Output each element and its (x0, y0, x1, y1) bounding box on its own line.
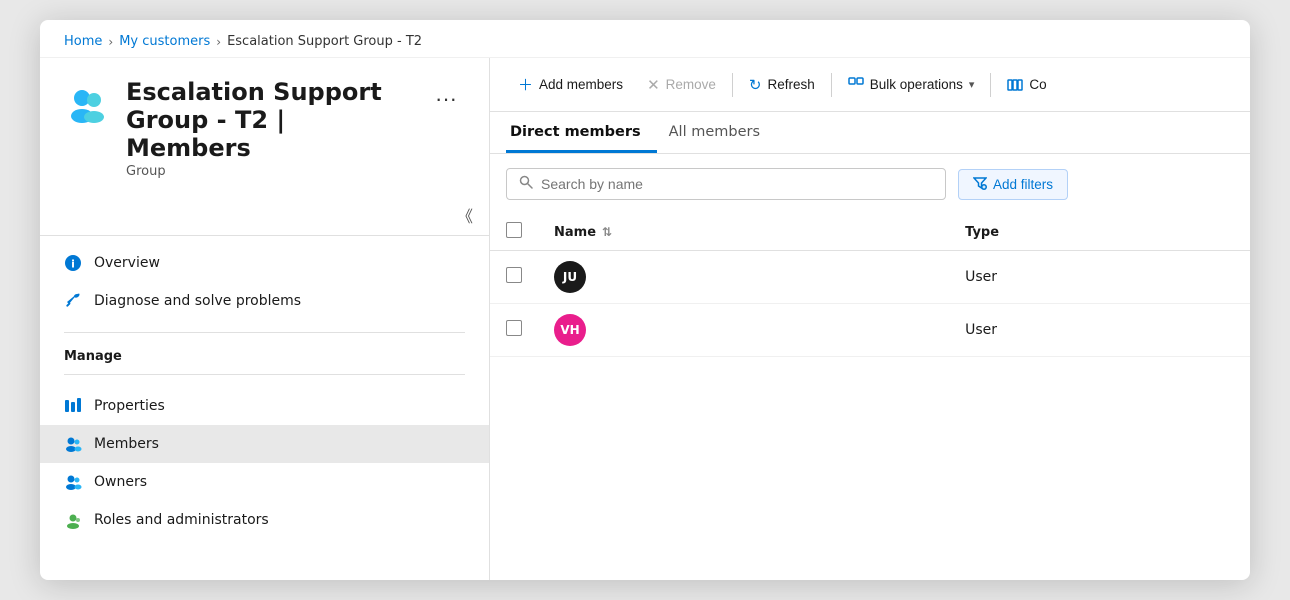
remove-label: Remove (666, 77, 716, 92)
row-name-cell: VH (538, 304, 949, 357)
breadcrumb-sep-1: › (108, 35, 113, 49)
app-window: Home › My customers › Escalation Support… (40, 20, 1250, 580)
x-icon: ✕ (647, 76, 660, 94)
refresh-icon: ↻ (749, 76, 762, 94)
nav-divider-1 (64, 332, 465, 333)
sidebar-nav: i Overview Diagnose and solve problems M… (40, 236, 489, 547)
th-name: Name ⇅ (538, 214, 949, 251)
sidebar-item-owners-label: Owners (94, 474, 147, 490)
toolbar-separator-1 (732, 73, 733, 97)
tab-all-members[interactable]: All members (665, 112, 776, 153)
nav-section-top: i Overview Diagnose and solve problems (40, 236, 489, 328)
breadcrumb: Home › My customers › Escalation Support… (40, 20, 1250, 58)
members-table-body: JU User VH User (490, 251, 1250, 357)
member-avatar-1: VH (554, 314, 586, 346)
table-header-row: Name ⇅ Type (490, 214, 1250, 251)
sort-icon: ⇅ (602, 225, 612, 239)
add-filters-label: Add filters (993, 177, 1053, 192)
page-header-text: Escalation Support Group - T2 | Members … (126, 78, 413, 179)
tab-direct-members[interactable]: Direct members (506, 112, 657, 153)
chevron-left-icon: 《 (457, 209, 473, 226)
row-checkbox-cell (490, 304, 538, 357)
nav-divider-2 (64, 374, 465, 375)
page-header: Escalation Support Group - T2 | Members … (40, 58, 489, 195)
th-name-label: Name (554, 225, 596, 240)
tab-direct-members-label: Direct members (510, 124, 641, 140)
collapse-sidebar-button[interactable]: 《 (449, 199, 481, 231)
members-table: Name ⇅ Type (490, 214, 1250, 580)
content-panel: ＋ Add members ✕ Remove ↻ Refresh (490, 58, 1250, 580)
member-avatar-0: JU (554, 261, 586, 293)
row-checkbox-1[interactable] (506, 320, 522, 336)
toolbar-separator-2 (831, 73, 832, 97)
breadcrumb-current: Escalation Support Group - T2 (227, 34, 422, 49)
table-row: VH User (490, 304, 1250, 357)
filters-row: Add filters (490, 154, 1250, 214)
sidebar: Escalation Support Group - T2 | Members … (40, 58, 490, 580)
sidebar-toggle-area: 《 (40, 195, 489, 236)
sidebar-item-roles-label: Roles and administrators (94, 512, 269, 528)
wrench-icon (64, 292, 82, 310)
roles-icon (64, 511, 82, 529)
tabs-bar: Direct members All members (490, 112, 1250, 154)
nav-section-manage: Properties Members Owners (40, 379, 489, 547)
add-members-button[interactable]: ＋ Add members (506, 68, 635, 101)
sidebar-item-members[interactable]: Members (40, 425, 489, 463)
tab-all-members-label: All members (669, 124, 760, 140)
bulk-icon (848, 76, 864, 93)
main-area: Escalation Support Group - T2 | Members … (40, 58, 1250, 580)
members-data-table: Name ⇅ Type (490, 214, 1250, 357)
sidebar-item-owners[interactable]: Owners (40, 463, 489, 501)
th-type-label: Type (965, 225, 999, 240)
bulk-operations-label: Bulk operations (870, 77, 963, 92)
refresh-label: Refresh (768, 77, 815, 92)
search-icon (519, 175, 533, 193)
add-members-label: Add members (539, 77, 623, 92)
manage-section-title: Manage (40, 337, 489, 370)
sidebar-item-diagnose-label: Diagnose and solve problems (94, 293, 301, 309)
bulk-operations-button[interactable]: Bulk operations ▾ (836, 70, 987, 99)
toolbar: ＋ Add members ✕ Remove ↻ Refresh (490, 58, 1250, 112)
refresh-button[interactable]: ↻ Refresh (737, 70, 827, 100)
sidebar-item-members-label: Members (94, 436, 159, 452)
breadcrumb-sep-2: › (216, 35, 221, 49)
columns-icon (1007, 76, 1023, 93)
row-type-cell: User (949, 251, 1250, 304)
columns-label: Co (1029, 77, 1046, 92)
properties-icon (64, 397, 82, 415)
row-checkbox-cell (490, 251, 538, 304)
sidebar-item-properties-label: Properties (94, 398, 165, 414)
group-icon (64, 80, 112, 128)
owners-icon (64, 473, 82, 491)
remove-button[interactable]: ✕ Remove (635, 70, 728, 100)
members-icon (64, 435, 82, 453)
svg-text:i: i (71, 258, 75, 271)
page-subtitle: Group (126, 164, 413, 179)
sidebar-item-diagnose[interactable]: Diagnose and solve problems (40, 282, 489, 320)
plus-icon: ＋ (518, 74, 533, 95)
sidebar-item-properties[interactable]: Properties (40, 387, 489, 425)
th-checkbox (490, 214, 538, 251)
info-icon: i (64, 254, 82, 272)
toolbar-separator-3 (990, 73, 991, 97)
sidebar-item-overview-label: Overview (94, 255, 160, 271)
add-filters-button[interactable]: Add filters (958, 169, 1068, 200)
select-all-checkbox[interactable] (506, 222, 522, 238)
search-box[interactable] (506, 168, 946, 200)
columns-button[interactable]: Co (995, 70, 1058, 99)
row-checkbox-0[interactable] (506, 267, 522, 283)
chevron-down-icon: ▾ (969, 78, 975, 91)
page-title: Escalation Support Group - T2 | Members (126, 78, 413, 162)
sidebar-item-overview[interactable]: i Overview (40, 244, 489, 282)
row-name-cell: JU (538, 251, 949, 304)
search-input[interactable] (541, 176, 933, 192)
filter-icon (973, 176, 987, 193)
breadcrumb-home[interactable]: Home (64, 34, 102, 49)
sidebar-item-roles[interactable]: Roles and administrators (40, 501, 489, 539)
row-type-cell: User (949, 304, 1250, 357)
table-row: JU User (490, 251, 1250, 304)
more-options-button[interactable]: ··· (427, 82, 465, 116)
th-type: Type (949, 214, 1250, 251)
breadcrumb-my-customers[interactable]: My customers (119, 34, 210, 49)
